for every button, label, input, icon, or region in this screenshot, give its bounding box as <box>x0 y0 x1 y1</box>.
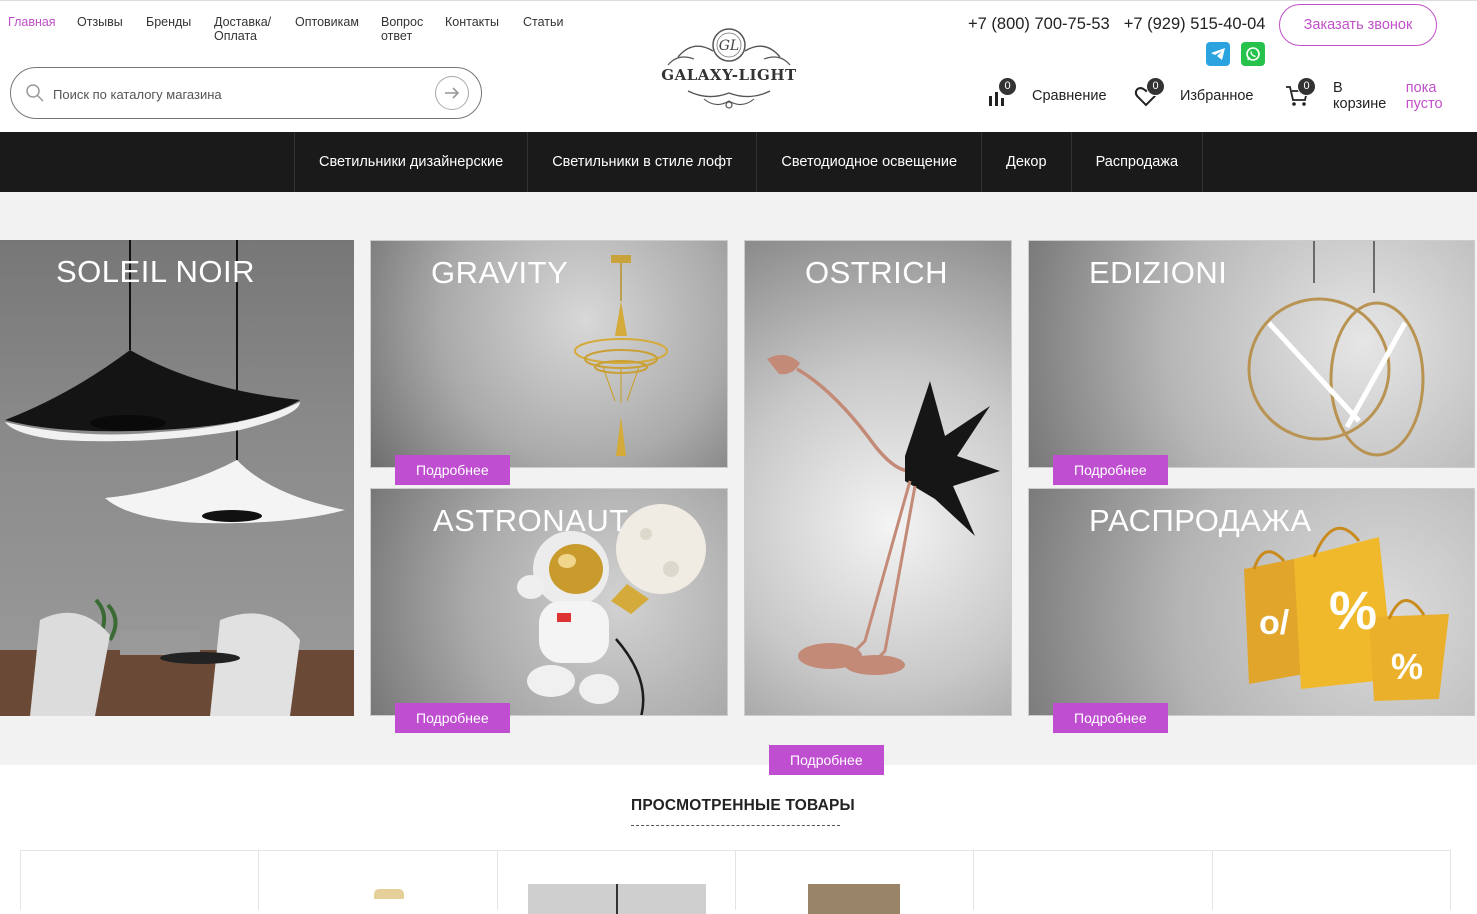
banner-soleil-noir[interactable]: SOLEIL NOIR <box>0 240 354 716</box>
logo-emblem: GL GALAXY-LIGHT <box>661 28 797 109</box>
product-card[interactable] <box>498 851 736 914</box>
topnav-brands[interactable]: Бренды <box>146 15 191 43</box>
cart-status: пока пусто <box>1405 80 1443 112</box>
search-box <box>10 67 482 119</box>
product-card[interactable] <box>21 851 260 910</box>
mainnav-decor[interactable]: Декор <box>982 132 1072 192</box>
topnav-contacts[interactable]: Контакты <box>445 15 499 43</box>
mainnav-led-lighting[interactable]: Светодиодное освещение <box>757 132 983 192</box>
banner-gravity[interactable]: GRAVITY <box>370 240 728 468</box>
ostrich-image <box>767 354 1000 675</box>
banner-ostrich-title: OSTRICH <box>805 255 948 290</box>
favorites-label: Избранное <box>1180 88 1254 104</box>
product-card[interactable] <box>974 851 1213 910</box>
compare-label: Сравнение <box>1032 88 1107 104</box>
topnav-faq[interactable]: Вопрос ответ <box>381 15 423 43</box>
cart-label: В корзине <box>1333 80 1387 112</box>
arrow-right-icon <box>445 87 460 99</box>
site-logo[interactable]: GL GALAXY-LIGHT <box>658 19 800 113</box>
topnav-articles[interactable]: Статьи <box>523 15 564 43</box>
gravity-details-button[interactable]: Подробнее <box>395 455 510 485</box>
topnav-home[interactable]: Главная <box>8 15 56 43</box>
percent-glyph-small: % <box>1391 646 1423 687</box>
product-card[interactable] <box>259 851 498 910</box>
phone-numbers: +7 (800) 700-75-53 +7 (929) 515-40-04 <box>968 15 1265 34</box>
product-card[interactable] <box>736 851 975 914</box>
phone-2[interactable]: +7 (929) 515-40-04 <box>1124 15 1266 34</box>
topnav-wholesale[interactable]: Оптовикам <box>295 15 359 43</box>
title-underline <box>631 825 840 826</box>
banner-soleil-title: SOLEIL NOIR <box>56 254 256 289</box>
cart-count-badge: 0 <box>1297 77 1316 96</box>
compare-link[interactable]: 0 Сравнение <box>986 77 1107 111</box>
main-nav: Светильники дизайнерские Светильники в с… <box>0 132 1477 192</box>
logo-monogram: GL <box>719 38 739 54</box>
logo-text: GALAXY-LIGHT <box>661 66 797 84</box>
percent-glyph-left: o/ <box>1259 604 1290 642</box>
recently-viewed-list <box>20 850 1451 914</box>
site-header: Главная Отзывы Бренды Доставка/ Оплата О… <box>0 0 1477 132</box>
banner-edizioni-title: EDIZIONI <box>1089 255 1228 290</box>
top-nav: Главная Отзывы Бренды Доставка/ Оплата О… <box>8 15 587 43</box>
banner-astronaut-title: ASTRONAUT <box>433 503 629 538</box>
search-icon <box>26 84 44 102</box>
astronaut-details-button[interactable]: Подробнее <box>395 703 510 733</box>
topnav-delivery[interactable]: Доставка/ Оплата <box>214 15 271 43</box>
search-input[interactable] <box>53 82 423 106</box>
soleil-noir-image <box>0 240 354 716</box>
banner-sale-title: РАСПРОДАЖА <box>1089 503 1312 538</box>
percent-glyph: % <box>1329 581 1377 641</box>
topnav-reviews[interactable]: Отзывы <box>77 15 123 43</box>
edizioni-details-button[interactable]: Подробнее <box>1053 455 1168 485</box>
banner-gravity-title: GRAVITY <box>431 255 569 290</box>
phone-1[interactable]: +7 (800) 700-75-53 <box>968 15 1110 34</box>
cart-link[interactable]: 0 В корзине пока пусто <box>1285 77 1477 112</box>
banner-ostrich[interactable]: OSTRICH <box>744 240 1012 716</box>
banner-sale[interactable]: % % o/ РАСПРОДАЖА <box>1028 488 1475 716</box>
favorites-count-badge: 0 <box>1146 77 1165 96</box>
search-submit-button[interactable] <box>435 76 469 110</box>
sale-details-button[interactable]: Подробнее <box>1053 703 1168 733</box>
all-details-button[interactable]: Подробнее <box>769 745 884 775</box>
banner-edizioni[interactable]: EDIZIONI <box>1028 240 1475 468</box>
compare-count-badge: 0 <box>998 77 1017 96</box>
recently-viewed-title: ПРОСМОТРЕННЫЕ ТОВАРЫ <box>631 797 855 814</box>
telegram-icon[interactable] <box>1206 42 1230 66</box>
mainnav-sale[interactable]: Распродажа <box>1072 132 1204 192</box>
request-call-button[interactable]: Заказать звонок <box>1279 4 1437 46</box>
product-card[interactable] <box>1213 851 1450 910</box>
promo-banners: SOLEIL NOIR GRAVITY Подробнее ASTRONAUT … <box>0 192 1477 775</box>
banner-astronaut[interactable]: ASTRONAUT <box>370 488 728 716</box>
mainnav-loft-lamps[interactable]: Светильники в стиле лофт <box>528 132 758 192</box>
mainnav-designer-lamps[interactable]: Светильники дизайнерские <box>295 132 529 192</box>
favorites-link[interactable]: 0 Избранное <box>1134 77 1254 111</box>
whatsapp-icon[interactable] <box>1241 42 1265 66</box>
